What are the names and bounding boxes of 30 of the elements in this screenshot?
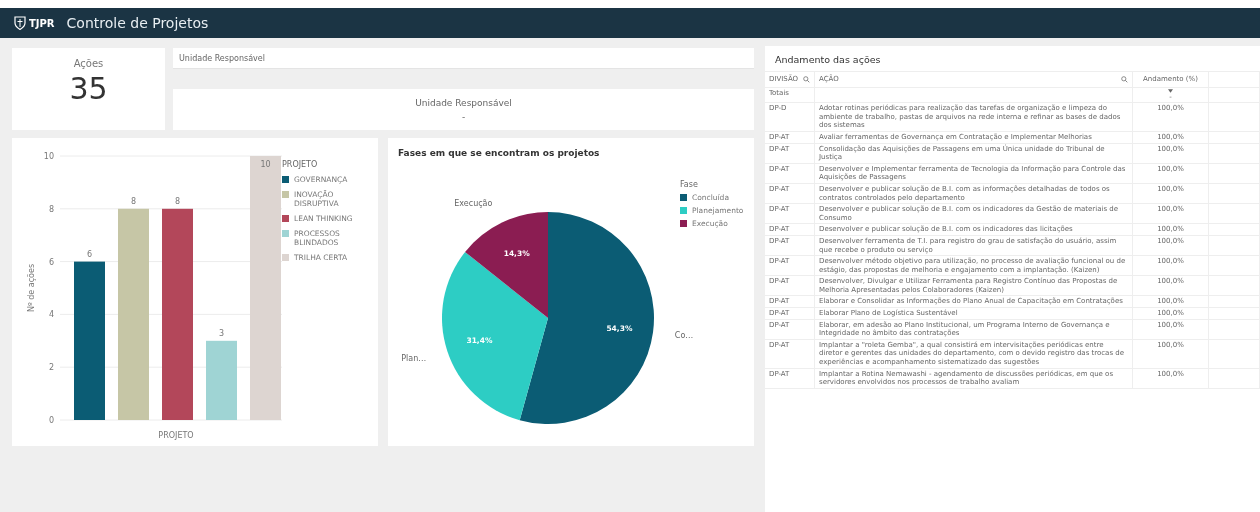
table-title: Andamento das ações: [774, 53, 882, 67]
search-icon[interactable]: [803, 75, 810, 83]
data-label: 6: [86, 249, 93, 259]
kpi-label: Ações: [73, 58, 104, 69]
logo-text: TJPR: [29, 17, 55, 29]
filter-caption: Unidade Responsável: [179, 53, 265, 63]
axis-tick-label: 2: [48, 363, 54, 373]
axis-title: PROJETO: [158, 431, 194, 440]
axis-tick-label: 10: [43, 152, 54, 161]
data-label: 10: [260, 160, 271, 169]
slice-label: Execução: [454, 198, 493, 208]
filter-dropdown[interactable]: Unidade Responsável -: [173, 89, 754, 130]
axis-tick-label: 8: [48, 204, 54, 214]
axis-title: Nº de ações: [27, 263, 36, 313]
slice-label: Plan…: [401, 353, 427, 363]
kpi-value: 35: [69, 71, 108, 106]
search-icon[interactable]: [1121, 75, 1128, 83]
chart-title: Fases em que se encontram os projetos: [398, 148, 601, 158]
data-label: 8: [130, 196, 137, 206]
legend-title: PROJETO: [282, 160, 319, 169]
data-label: 3: [218, 328, 225, 338]
sort-icon[interactable]: [1168, 88, 1173, 93]
slice-label: Co…: [674, 331, 694, 341]
axis-tick-label: 0: [48, 416, 54, 425]
shield-icon: [14, 16, 26, 30]
app-title: Controle de Projetos: [66, 15, 209, 31]
legend-title: Fase: [680, 180, 699, 189]
axis-tick-label: 6: [48, 257, 54, 267]
axis-tick-label: 4: [48, 310, 54, 320]
data-label: 8: [174, 196, 181, 206]
